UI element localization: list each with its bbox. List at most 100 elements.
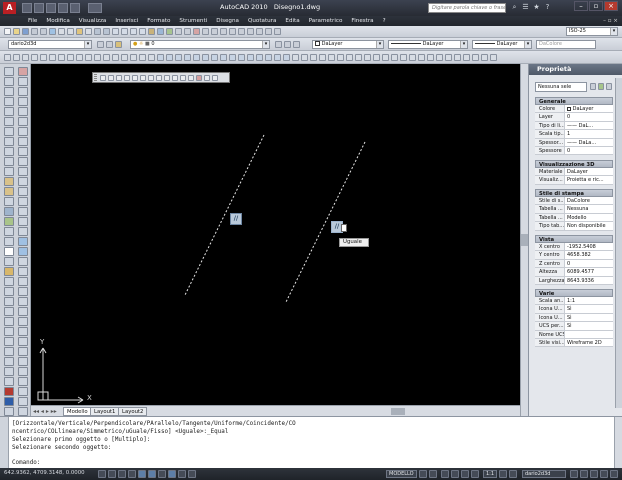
quick-select-icon[interactable]	[606, 83, 612, 90]
menu-file[interactable]: File	[28, 18, 37, 24]
prop-row[interactable]: Scala tip... 1	[535, 130, 613, 139]
dim-linear-icon[interactable]	[157, 54, 164, 61]
layer-previous-icon[interactable]	[247, 28, 254, 35]
equal-icon[interactable]	[188, 75, 194, 81]
snap-endpoint-icon[interactable]	[22, 54, 29, 61]
steering-wheel-icon[interactable]	[461, 470, 469, 478]
help-icon[interactable]: ?	[543, 3, 552, 12]
annotation-visibility-icon[interactable]	[499, 470, 507, 478]
horizontal-scroll-thumb[interactable]	[391, 408, 405, 415]
command-prompt[interactable]: Comando:	[12, 460, 40, 466]
ucs-3point-icon[interactable]	[3, 347, 14, 356]
pan-icon[interactable]	[112, 28, 119, 35]
polar-tracking-icon[interactable]	[128, 470, 136, 478]
jogged-linear-icon[interactable]	[301, 54, 308, 61]
undo-icon[interactable]	[94, 28, 101, 35]
ellipse-icon[interactable]	[3, 157, 14, 166]
menu-edita[interactable]: Edita	[285, 18, 299, 24]
stretch-icon[interactable]	[17, 147, 28, 156]
snap-node-icon[interactable]	[121, 54, 128, 61]
fly-icon[interactable]	[454, 54, 461, 61]
dim-diameter-icon[interactable]	[211, 54, 218, 61]
break-icon[interactable]	[17, 187, 28, 196]
lock-icon[interactable]	[570, 470, 578, 478]
prop-row[interactable]: UCS per... Sì	[535, 322, 613, 331]
prop-row[interactable]: Spessore 0	[535, 147, 613, 156]
edit-polyline-icon[interactable]	[17, 257, 28, 266]
snap-from-icon[interactable]	[13, 54, 20, 61]
dim-break-icon[interactable]	[265, 54, 272, 61]
lengthen-icon[interactable]	[17, 237, 28, 246]
zoom-realtime-icon[interactable]	[121, 28, 128, 35]
collinear-icon[interactable]	[108, 75, 114, 81]
prop-row[interactable]: Tipo tab... Non disponibile	[535, 222, 613, 231]
cut-icon[interactable]	[58, 28, 65, 35]
ucs-object-icon[interactable]	[3, 307, 14, 316]
lineweight-combo[interactable]: DaLayer ▾	[472, 40, 532, 49]
command-line-grip[interactable]	[0, 417, 9, 469]
view-left-icon[interactable]	[355, 54, 362, 61]
edit-spline-icon[interactable]	[17, 267, 28, 276]
tab-nav-arrows[interactable]: ◂◂ ◂ ▸ ▸▸	[33, 408, 57, 415]
explode-icon[interactable]	[17, 227, 28, 236]
paste-icon[interactable]	[76, 28, 83, 35]
search-icon[interactable]: ⌕	[510, 3, 519, 12]
object-snap-icon[interactable]	[138, 470, 146, 478]
menu-formato[interactable]: Formato	[147, 18, 170, 24]
fillet-icon[interactable]	[17, 217, 28, 226]
break-point-icon[interactable]	[17, 177, 28, 186]
menu-quotatura[interactable]: Quotatura	[248, 18, 276, 24]
view-back-icon[interactable]	[382, 54, 389, 61]
materials-icon[interactable]	[481, 54, 488, 61]
toolbar-grip-icon[interactable]	[94, 74, 97, 81]
view-se-iso-icon[interactable]	[400, 54, 407, 61]
section-icon[interactable]	[17, 387, 28, 396]
tolerance-icon[interactable]	[274, 54, 281, 61]
dim-update-icon[interactable]	[328, 54, 335, 61]
flatshot-icon[interactable]	[17, 407, 28, 416]
prop-row[interactable]: Icona U... Sì	[535, 305, 613, 314]
quick-view-drawings-icon[interactable]	[429, 470, 437, 478]
concentric-icon[interactable]	[116, 75, 122, 81]
layer-previous-icon[interactable]	[284, 41, 291, 48]
slice-icon[interactable]	[17, 377, 28, 386]
menu-visualizza[interactable]: Visualizza	[79, 18, 107, 24]
mtext-icon[interactable]	[3, 247, 14, 256]
center-mark-icon[interactable]	[283, 54, 290, 61]
model-space-toggle[interactable]: MODELLO	[386, 470, 417, 478]
menu-modifica[interactable]: Modifica	[46, 18, 69, 24]
command-scrollbar[interactable]	[614, 417, 622, 469]
solid-subtract-icon[interactable]	[17, 337, 28, 346]
tab-layout1[interactable]: Layout1	[90, 407, 120, 416]
ucs-y-icon[interactable]	[3, 367, 14, 376]
favorites-star-icon[interactable]: ★	[532, 3, 541, 12]
ucs-x-icon[interactable]	[3, 357, 14, 366]
dim-ordinate-icon[interactable]	[184, 54, 191, 61]
solid-sphere-icon[interactable]	[3, 397, 14, 406]
snap-tangent-icon[interactable]	[85, 54, 92, 61]
communication-center-icon[interactable]: ☰	[521, 3, 530, 12]
ucs-z-icon[interactable]	[3, 377, 14, 386]
prop-row[interactable]: Tabella ... Nessuna	[535, 205, 613, 214]
quick-view-layouts-icon[interactable]	[419, 470, 427, 478]
view-front-icon[interactable]	[373, 54, 380, 61]
section-stile-di-stampa[interactable]: Stile di stampa	[535, 189, 613, 197]
layer-combo[interactable]: ● ☼ ■ 0 ▾	[130, 40, 270, 49]
save-icon[interactable]	[46, 3, 56, 13]
hatch-icon[interactable]	[3, 207, 14, 216]
lights-icon[interactable]	[490, 54, 497, 61]
solid-union-icon[interactable]	[17, 327, 28, 336]
menu-strumenti[interactable]: Strumenti	[179, 18, 207, 24]
chevron-down-icon[interactable]: ▾	[524, 41, 531, 48]
layer-properties-icon[interactable]	[106, 41, 113, 48]
polyline-icon[interactable]	[3, 87, 14, 96]
toggle-pickadd-icon[interactable]	[590, 83, 596, 90]
new-icon[interactable]	[22, 3, 32, 13]
allow-ucs-icon[interactable]	[158, 470, 166, 478]
interference-icon[interactable]	[17, 397, 28, 406]
constraint-settings-icon[interactable]	[212, 75, 218, 81]
sheet-set-icon[interactable]	[175, 28, 182, 35]
snap-perpendicular-icon[interactable]	[94, 54, 101, 61]
match-properties-icon[interactable]	[85, 28, 92, 35]
help-icon[interactable]	[202, 28, 209, 35]
